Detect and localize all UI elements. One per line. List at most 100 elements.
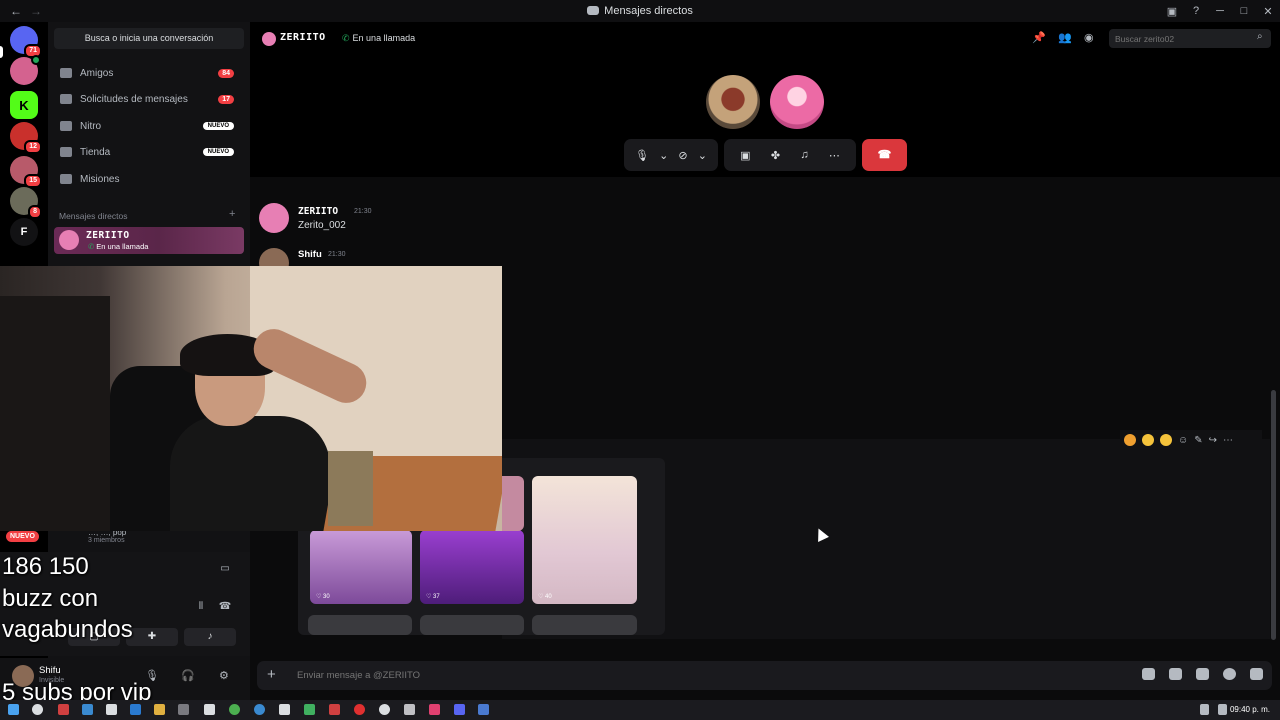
avatar[interactable]	[259, 203, 289, 233]
settings-gear-icon[interactable]: ⚙	[219, 669, 229, 682]
gallery-thumbnail[interactable]	[420, 615, 524, 635]
server-red-icon[interactable]: 12	[10, 122, 42, 154]
edge-icon[interactable]	[254, 704, 265, 715]
emoji-icon[interactable]	[1223, 668, 1236, 680]
tiktok-icon[interactable]	[429, 704, 440, 715]
server-pink-icon[interactable]	[10, 55, 41, 85]
add-reaction-icon[interactable]: ☺	[1178, 435, 1188, 446]
taskbar-app-icon[interactable]	[178, 704, 189, 715]
screen-share-icon[interactable]: ▭	[216, 563, 234, 579]
microphone-icon[interactable]: 🎙	[635, 149, 649, 162]
taskbar-app-icon[interactable]	[204, 704, 215, 715]
server-anime-icon[interactable]: 15	[10, 156, 42, 188]
taskbar-app-icon[interactable]	[58, 704, 69, 715]
discord-home-icon[interactable]: 71	[10, 26, 42, 58]
server-kick-icon[interactable]: K	[10, 91, 38, 119]
gallery-thumbnail[interactable]	[532, 615, 637, 635]
find-conversation-button[interactable]: Busca o inicia una conversación	[54, 28, 244, 49]
forward-icon[interactable]: ↪	[1209, 435, 1217, 446]
search-icon[interactable]	[32, 704, 43, 715]
pin-icon[interactable]: 📌	[1032, 31, 1046, 44]
gallery-thumbnail[interactable]: ♡ 37	[420, 530, 524, 604]
taskbar-app-icon[interactable]	[379, 704, 390, 715]
message-composer: +	[257, 661, 1272, 690]
grin-emoji-icon[interactable]	[1160, 434, 1172, 446]
taskbar-app-icon[interactable]	[404, 704, 415, 715]
chevron-down-icon[interactable]: ⌄	[698, 149, 707, 162]
sidebar-item-shop[interactable]: Tienda NUEVO	[54, 140, 244, 164]
soundboard-icon[interactable]: ♫	[800, 149, 808, 161]
opera-icon[interactable]	[354, 704, 365, 715]
gallery-thumbnail[interactable]: ♡ 40	[532, 476, 637, 604]
search-input[interactable]	[1109, 29, 1271, 48]
taskbar-app-icon[interactable]	[329, 704, 340, 715]
taskbar-app-icon[interactable]	[279, 704, 290, 715]
file-explorer-icon[interactable]	[154, 704, 165, 715]
webcam-overlay	[0, 266, 502, 531]
gallery-thumbnail[interactable]	[308, 615, 412, 635]
gift-icon[interactable]	[1142, 668, 1155, 680]
call-participant-avatar[interactable]	[706, 75, 760, 129]
taskbar-app-icon[interactable]	[130, 704, 141, 715]
minimize-icon[interactable]: ─	[1208, 0, 1232, 22]
chat-scrollbar[interactable]	[1271, 390, 1276, 640]
tray-chevron-icon[interactable]	[1200, 704, 1209, 715]
call-controls-right: ▣ ✤ ♫ ⋯	[724, 139, 856, 171]
taskbar-app-icon[interactable]	[478, 704, 489, 715]
gif-icon[interactable]	[1169, 668, 1182, 680]
disconnect-icon[interactable]: ☎	[216, 601, 234, 617]
activities-icon[interactable]: ✤	[771, 149, 780, 162]
gallery-thumbnail[interactable]: ♡ 30	[310, 530, 412, 604]
taskbar-app-icon[interactable]	[304, 704, 315, 715]
add-friends-icon[interactable]: 👥	[1058, 31, 1072, 44]
discord-logo-icon	[587, 6, 600, 15]
end-call-button[interactable]: ☎	[862, 139, 907, 171]
maximize-icon[interactable]: □	[1232, 0, 1256, 22]
apps-icon[interactable]	[1250, 668, 1263, 680]
profile-icon[interactable]: ◉	[1084, 31, 1094, 44]
sidebar-item-message-requests[interactable]: Solicitudes de mensajes 17	[54, 87, 244, 111]
activity-button[interactable]: ✚	[126, 628, 178, 646]
more-icon[interactable]: ⋯	[1223, 435, 1233, 446]
message-input[interactable]	[297, 667, 1097, 684]
avatar	[262, 32, 276, 46]
create-dm-plus-icon[interactable]: +	[229, 208, 235, 220]
taskbar-app-icon[interactable]	[106, 704, 117, 715]
clock: 09:40 p. m.	[1229, 705, 1270, 714]
discord-icon[interactable]	[454, 704, 465, 715]
start-icon[interactable]	[8, 704, 19, 715]
server-gray-icon[interactable]: 8	[10, 187, 42, 219]
call-participant-avatar[interactable]	[770, 75, 824, 129]
nitro-icon	[60, 121, 72, 131]
sticker-icon[interactable]	[1196, 668, 1209, 680]
overlay-text-line: vagabundos	[2, 616, 133, 643]
dm-item-zeriito[interactable]: ZERIITO ✆ En una llamada	[54, 227, 244, 254]
voice-waveform-icon[interactable]: ⦀	[192, 601, 210, 617]
soundboard-button[interactable]: ♪	[184, 628, 236, 646]
server-f-icon[interactable]: F	[10, 218, 38, 246]
sidebar-item-nitro[interactable]: Nitro NUEVO	[54, 114, 244, 138]
taskbar-app-icon[interactable]	[82, 704, 93, 715]
sidebar-item-friends[interactable]: Amigos 84	[54, 61, 244, 85]
rail-indicator	[0, 46, 3, 58]
inbox-icon[interactable]: ▣	[1160, 0, 1184, 22]
sidebar-item-quests[interactable]: Misiones	[54, 167, 244, 191]
headphones-icon[interactable]: 🎧	[181, 669, 195, 682]
friends-icon	[60, 68, 72, 78]
edit-icon[interactable]: ✎	[1194, 435, 1202, 446]
chevron-down-icon[interactable]: ⌄	[659, 149, 668, 162]
chrome-icon[interactable]	[229, 704, 240, 715]
overlay-counter: 186 150	[2, 553, 89, 580]
help-icon[interactable]: ?	[1184, 0, 1208, 22]
fire-emoji-icon[interactable]	[1124, 434, 1136, 446]
camera-off-icon[interactable]: ⊘	[678, 149, 687, 162]
laugh-emoji-icon[interactable]	[1142, 434, 1154, 446]
volume-icon[interactable]	[1218, 704, 1227, 715]
screen-share-icon[interactable]: ▣	[740, 149, 750, 162]
close-icon[interactable]: ✕	[1256, 0, 1280, 22]
call-controls-left: 🎙 ⌄ ⊘ ⌄	[624, 139, 718, 171]
os-taskbar	[0, 700, 1280, 720]
dm-section-header: Mensajes directos	[59, 211, 128, 221]
attach-plus-icon[interactable]: +	[267, 666, 276, 683]
more-icon[interactable]: ⋯	[829, 149, 840, 162]
